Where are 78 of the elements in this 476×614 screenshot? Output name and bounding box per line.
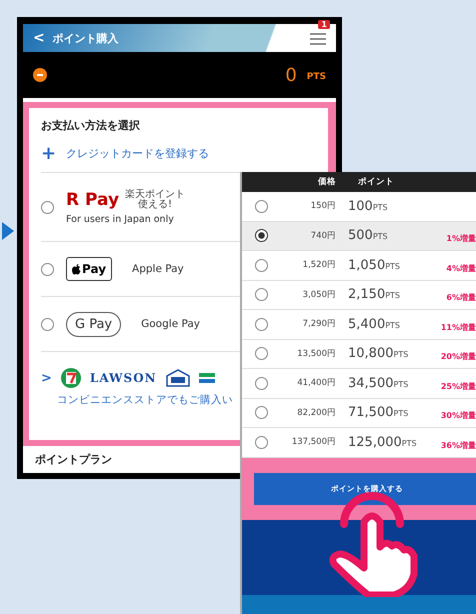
points-unit: PTS (372, 232, 388, 242)
price-text: 41,400円 (296, 377, 336, 390)
radio-button[interactable] (254, 288, 268, 302)
radio-button[interactable] (41, 318, 54, 330)
bonus-text: 20%増量 (440, 352, 476, 362)
bonus-text: 4%増量 (446, 264, 476, 273)
promo-tag: 楽天ポイント 使える! (125, 190, 186, 210)
payment-logo: G Pay (66, 312, 122, 336)
bonus-text: 25%増量 (440, 382, 476, 391)
points-unit: PTS (306, 72, 326, 82)
radio-button[interactable] (254, 258, 268, 272)
column-header: 価格 (317, 176, 336, 188)
store-logo: LAWSON (90, 371, 157, 385)
radio-button[interactable] (254, 376, 268, 390)
bonus-text: 6%増量 (446, 293, 476, 302)
bonus-text: 36%増量 (440, 440, 476, 450)
points-unit: PTS (372, 202, 388, 212)
points-unit: PTS (402, 438, 417, 448)
payment-logo: R Pay (66, 190, 120, 210)
points-unit: PTS (385, 262, 400, 271)
radio-button[interactable] (254, 406, 268, 420)
radio-button[interactable] (41, 200, 54, 214)
price-text: 82,200円 (296, 406, 336, 419)
add-card-link[interactable]: + クレジットカードを登録する (41, 143, 318, 164)
plan-row[interactable]: 740円 500PTS 1%増量 (242, 222, 476, 251)
arrow-icon (2, 222, 14, 240)
points-balance: 0 (285, 64, 297, 86)
back-button[interactable]: < (33, 30, 45, 46)
radio-button[interactable] (254, 436, 268, 449)
payment-label: Apple Pay (132, 263, 184, 275)
store-logo-icon (198, 373, 215, 383)
bonus-text: 11%増量 (440, 322, 476, 332)
points-text: 10,800 (348, 346, 394, 362)
points-text: 5,400 (348, 316, 386, 332)
price-text: 13,500円 (296, 348, 336, 360)
section-heading: お支払い方法を選択 (41, 118, 141, 133)
radio-button[interactable] (254, 347, 268, 360)
section-heading: ポイントプラン (34, 452, 113, 468)
screen-title: ポイント購入 (52, 30, 119, 46)
radio-button[interactable] (254, 318, 268, 331)
points-text: 100 (348, 198, 373, 214)
coin-icon (33, 68, 47, 82)
radio-button[interactable] (254, 200, 268, 213)
points-unit: PTS (394, 380, 408, 389)
price-text: 740円 (310, 230, 336, 242)
store-logo-icon (164, 369, 191, 387)
price-text: 3,050円 (302, 288, 336, 301)
notification-badge: 1 (318, 20, 330, 29)
menu-button[interactable] (310, 31, 326, 46)
price-text: 137,500円 (290, 436, 336, 448)
points-text: 71,500 (348, 405, 394, 420)
points-unit: PTS (385, 291, 400, 300)
column-header: ポイント (357, 176, 395, 188)
plan-row[interactable]: 82,200円 71,500PTS 30%増量 (242, 398, 476, 428)
payment-label: Google Pay (141, 318, 200, 330)
store-logo-icon (60, 367, 82, 389)
points-text: 1,050 (348, 258, 386, 273)
radio-button[interactable] (41, 262, 54, 276)
menu-icon (310, 31, 326, 46)
radio-button[interactable] (254, 229, 268, 242)
plan-row[interactable]: 3,050円 2,150PTS 6%増量 (242, 280, 476, 310)
price-text: 1,520円 (302, 259, 336, 272)
price-text: 150円 (310, 200, 336, 212)
bonus-text: 30%増量 (440, 411, 476, 420)
points-unit: PTS (394, 350, 408, 360)
plan-row[interactable]: 13,500円 10,800PTS 20%増量 (242, 340, 476, 369)
points-text: 125,000 (348, 434, 402, 450)
payment-note: For users in Japan only (66, 214, 175, 224)
price-text: 7,290円 (302, 318, 336, 330)
points-unit: PTS (394, 409, 408, 418)
points-text: 2,150 (348, 287, 386, 302)
bonus-text: 1%増量 (446, 234, 476, 244)
points-text: 34,500 (348, 376, 394, 391)
expand-button[interactable]: > (41, 370, 52, 386)
convenience-store-link[interactable]: コンビニエンスストアでもご購入い (57, 393, 233, 407)
points-text: 500 (348, 228, 373, 244)
points-unit: PTS (385, 320, 400, 330)
payment-logo: Pay (66, 257, 112, 281)
